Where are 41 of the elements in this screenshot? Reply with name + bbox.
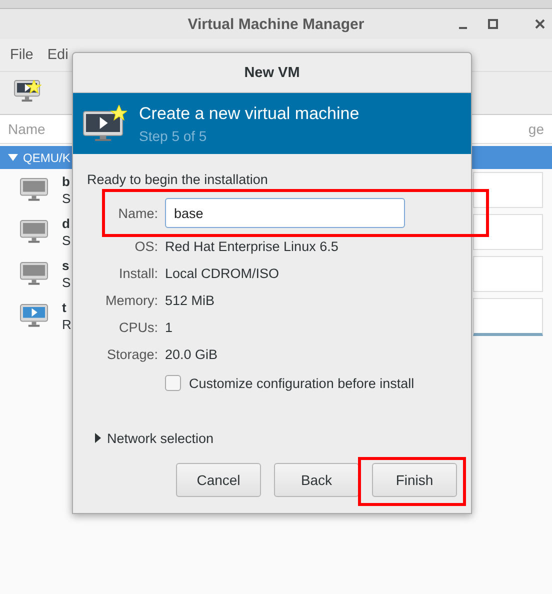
field-label: OS: — [134, 239, 158, 254]
step-indicator: Step 5 of 5 — [139, 128, 208, 144]
field-value: Red Hat Enterprise Linux 6.5 — [165, 239, 338, 254]
vm-status: S — [62, 191, 71, 206]
expander-icon[interactable] — [95, 433, 101, 443]
banner-title: Create a new virtual machine — [139, 104, 360, 124]
dialog-button[interactable]: Cancel — [176, 463, 261, 497]
vm-status: S — [62, 275, 71, 290]
maximize-icon[interactable] — [486, 17, 500, 31]
field-value: 1 — [165, 320, 173, 335]
expander-label[interactable]: Network selection — [107, 430, 214, 446]
close-icon[interactable] — [533, 17, 547, 31]
vm-name: t — [62, 300, 68, 315]
new-vm-icon — [81, 104, 127, 142]
checkbox-label: Customize configuration before install — [189, 376, 414, 390]
vm-name: b — [62, 174, 71, 189]
vm-status: S — [62, 233, 71, 248]
field-value: 20.0 GiB — [165, 347, 218, 362]
vm-status: R — [62, 317, 72, 332]
connection-label: QEMU/K — [23, 150, 70, 164]
field-value: Local CDROM/ISO — [165, 266, 280, 281]
window-title: Virtual Machine Manager — [188, 16, 364, 32]
checkbox[interactable] — [165, 375, 181, 391]
menu-item[interactable]: File — [10, 47, 34, 63]
dialog-button[interactable]: Back — [274, 463, 359, 497]
menu-item[interactable]: Edi — [47, 47, 68, 63]
cpu-graph — [473, 214, 543, 250]
intro-text: Ready to begin the installation — [87, 171, 269, 189]
field-label: CPUs: — [118, 320, 158, 335]
cpu-graph — [473, 298, 543, 336]
dialog-button[interactable]: Finish — [372, 463, 457, 497]
cpu-graph — [473, 256, 543, 292]
field-label: Storage: — [106, 347, 158, 362]
vm-name: s — [62, 258, 70, 273]
field-label: Memory: — [104, 293, 158, 308]
cpu-graph — [473, 172, 543, 208]
field-label: Install: — [118, 266, 158, 281]
name-field[interactable]: base — [165, 198, 405, 228]
field-label: Name: — [117, 206, 158, 220]
field-value: 512 MiB — [165, 293, 215, 308]
vm-name: d — [62, 216, 71, 231]
